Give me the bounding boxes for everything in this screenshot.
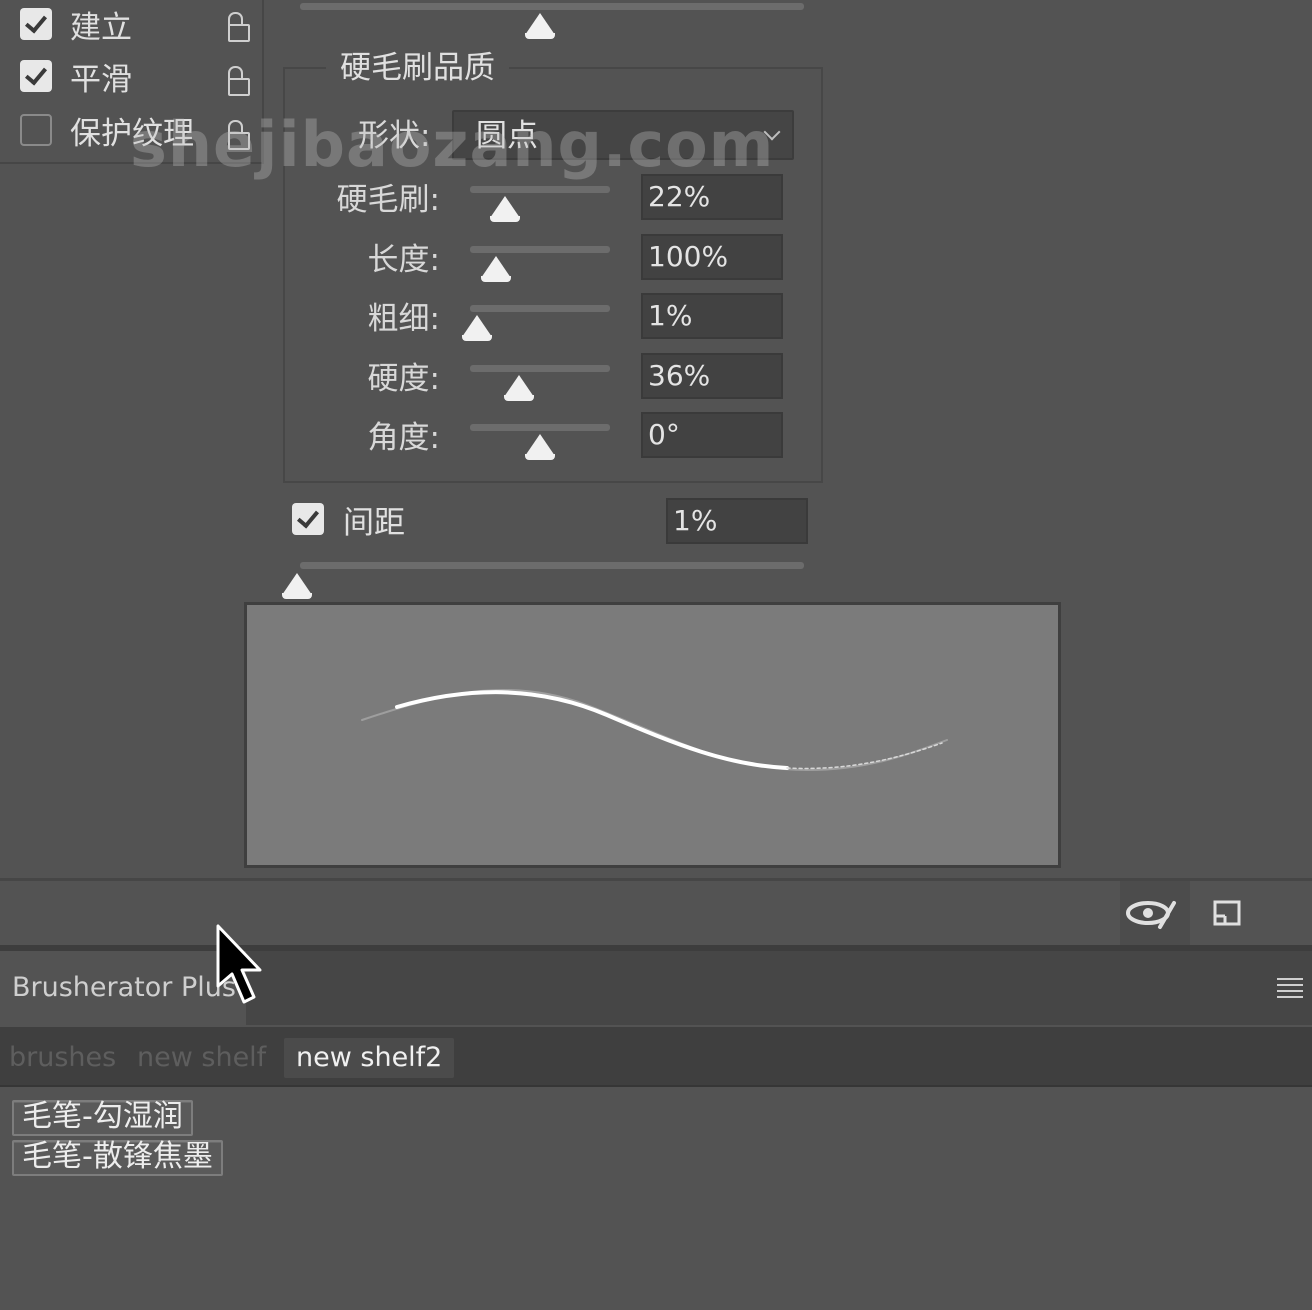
param-value[interactable]: 0° — [641, 412, 783, 458]
param-label: 硬度: — [367, 360, 440, 397]
toggle-preview-button[interactable] — [1120, 881, 1190, 945]
shape-label: 形状: — [358, 118, 431, 154]
param-slider-track[interactable] — [470, 364, 610, 372]
param-label: 长度: — [367, 241, 440, 278]
protect-texture-checkbox[interactable] — [20, 114, 52, 146]
param-slider-track[interactable] — [470, 424, 610, 431]
top-slider-thumb[interactable] — [525, 13, 555, 39]
toolbar-divider — [0, 878, 1312, 881]
panel-title[interactable]: Brusherator Plus — [12, 968, 236, 1008]
new-preset-button[interactable] — [1205, 890, 1251, 936]
param-slider-track[interactable] — [470, 305, 610, 312]
build-up-checkbox[interactable] — [20, 8, 52, 40]
param-label: 硬毛刷: — [336, 182, 440, 218]
param-value[interactable]: 1% — [641, 293, 783, 339]
shape-dropdown[interactable]: 圆点 — [452, 110, 794, 160]
brush-preset-button[interactable]: 毛笔-散锋焦墨 — [12, 1140, 223, 1176]
lock-icon[interactable] — [228, 12, 250, 42]
param-value[interactable]: 36% — [641, 352, 783, 399]
lock-icon[interactable] — [228, 66, 250, 96]
param-label: 角度: — [367, 420, 440, 456]
shape-value: 圆点 — [476, 118, 538, 154]
smoothing-label: 平滑 — [70, 62, 132, 98]
smoothing-checkbox[interactable] — [20, 60, 52, 92]
spacing-label: 间距 — [343, 505, 405, 541]
stroke-preview — [244, 602, 1061, 868]
tab-new-shelf2[interactable]: new shelf2 — [284, 1038, 455, 1078]
bristle-qualities-title: 硬毛刷品质 — [326, 46, 509, 90]
eye-brush-icon — [1126, 901, 1176, 929]
protect-texture-label: 保护纹理 — [70, 116, 194, 152]
tab-new-shelf[interactable]: new shelf — [137, 1038, 266, 1078]
tab-brushes[interactable]: brushes — [9, 1038, 116, 1078]
chevron-down-icon — [763, 123, 781, 141]
param-slider-thumb[interactable] — [462, 315, 492, 341]
param-value[interactable]: 100% — [641, 233, 783, 280]
mouse-cursor-icon — [216, 924, 262, 1004]
param-label: 粗细: — [367, 301, 440, 337]
spacing-checkbox[interactable] — [292, 503, 324, 535]
param-slider-thumb[interactable] — [480, 255, 511, 282]
lock-icon[interactable] — [228, 120, 250, 150]
spacing-value[interactable]: 1% — [666, 498, 808, 544]
top-slider-track[interactable] — [300, 3, 804, 10]
hamburger-icon[interactable] — [1277, 978, 1303, 998]
spacing-slider-thumb[interactable] — [282, 573, 312, 599]
new-preset-icon — [1213, 900, 1241, 926]
param-slider-thumb[interactable] — [503, 374, 534, 401]
spacing-slider-track[interactable] — [300, 562, 804, 569]
param-slider-thumb[interactable] — [489, 196, 520, 222]
build-up-label: 建立 — [70, 10, 132, 46]
param-value[interactable]: 22% — [641, 174, 783, 220]
param-slider-track[interactable] — [470, 186, 610, 193]
brush-options-column: 建立 平滑 保护纹理 — [0, 0, 264, 164]
param-slider-thumb[interactable] — [525, 434, 555, 460]
stroke-preview-curve — [361, 688, 948, 772]
param-slider-track[interactable] — [470, 245, 610, 253]
brush-preset-button[interactable]: 毛笔-勾湿润 — [12, 1100, 193, 1136]
